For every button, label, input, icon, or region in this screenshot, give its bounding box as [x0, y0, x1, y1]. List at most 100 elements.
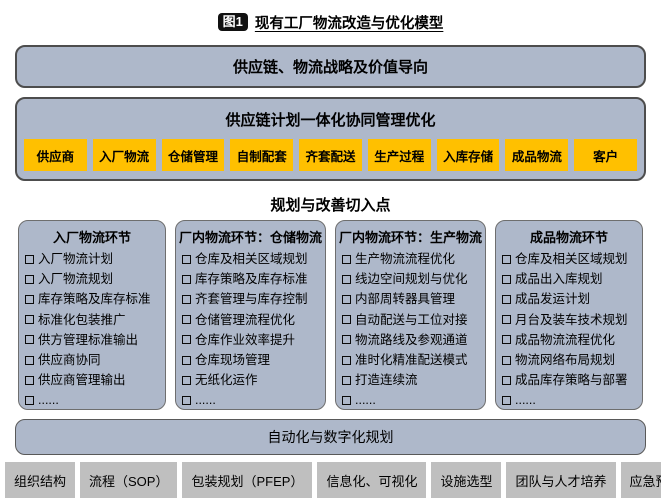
- list-item: ......: [342, 390, 482, 410]
- list-item: 物流路线及参观通道: [342, 330, 482, 350]
- square-bullet-icon: [342, 396, 351, 405]
- item-label: 仓库及相关区域规划: [195, 249, 308, 269]
- foundation-process-sop: 流程（SOP）: [80, 462, 177, 498]
- automation-box: 自动化与数字化规划: [15, 419, 646, 455]
- item-label: 齐套管理与库存控制: [195, 289, 308, 309]
- square-bullet-icon: [342, 255, 351, 264]
- column-item-list: 入厂物流计划 入厂物流规划 库存策略及库存标准 标准化包装推广 供方管理标准输出…: [22, 249, 162, 411]
- item-label: 无纸化运作: [195, 370, 258, 390]
- item-label: 仓库现场管理: [195, 350, 270, 370]
- figure-number-badge: 图1: [218, 13, 248, 31]
- column-header: 厂内物流环节：生产物流: [339, 227, 482, 246]
- square-bullet-icon: [182, 396, 191, 405]
- column-inbound-logistics: 入厂物流环节 入厂物流计划 入厂物流规划 库存策略及库存标准 标准化包装推广 供…: [18, 220, 166, 410]
- list-item: 入厂物流计划: [25, 249, 162, 269]
- plan-box: 供应链计划一体化协同管理优化 供应商 入厂物流 仓储管理 自制配套 齐套配送 生…: [15, 97, 646, 181]
- list-item: 仓储管理流程优化: [182, 310, 322, 330]
- chain-step-production: 生产过程: [368, 139, 431, 171]
- foundation-emergency-plan: 应急预案: [621, 462, 661, 498]
- square-bullet-icon: [182, 255, 191, 264]
- column-item-list: 仓库及相关区域规划 库存策略及库存标准 齐套管理与库存控制 仓储管理流程优化 仓…: [179, 249, 322, 411]
- chain-step-supplier: 供应商: [24, 139, 87, 171]
- square-bullet-icon: [502, 376, 511, 385]
- list-item: 仓库及相关区域规划: [182, 249, 322, 269]
- column-header: 厂内物流环节：仓储物流: [179, 227, 322, 246]
- list-item: 仓库及相关区域规划: [502, 249, 639, 269]
- column-item-list: 生产物流流程优化 线边空间规划与优化 内部周转器具管理 自动配送与工位对接 物流…: [339, 249, 482, 411]
- list-item: 准时化精准配送模式: [342, 350, 482, 370]
- entry-point-columns: 入厂物流环节 入厂物流计划 入厂物流规划 库存策略及库存标准 标准化包装推广 供…: [15, 220, 646, 410]
- list-item: 齐套管理与库存控制: [182, 289, 322, 309]
- column-header: 成品物流环节: [499, 227, 639, 246]
- item-label: 成品发运计划: [515, 289, 590, 309]
- square-bullet-icon: [25, 295, 34, 304]
- square-bullet-icon: [25, 356, 34, 365]
- item-label: 库存策略及库存标准: [38, 289, 151, 309]
- square-bullet-icon: [182, 335, 191, 344]
- list-item: 内部周转器具管理: [342, 289, 482, 309]
- column-finished-goods-logistics: 成品物流环节 仓库及相关区域规划 成品出入库规划 成品发运计划 月台及装车技术规…: [495, 220, 643, 410]
- chain-step-kit-delivery: 齐套配送: [299, 139, 362, 171]
- square-bullet-icon: [502, 295, 511, 304]
- foundation-packaging-pfep: 包装规划（PFEP）: [182, 462, 312, 498]
- square-bullet-icon: [342, 295, 351, 304]
- list-item: 打造连续流: [342, 370, 482, 390]
- list-item: 库存策略及库存标准: [182, 269, 322, 289]
- square-bullet-icon: [182, 275, 191, 284]
- item-label: 供应商管理输出: [38, 370, 126, 390]
- column-warehouse-logistics: 厂内物流环节：仓储物流 仓库及相关区域规划 库存策略及库存标准 齐套管理与库存控…: [175, 220, 326, 410]
- item-label: 准时化精准配送模式: [355, 350, 468, 370]
- strategy-box: 供应链、物流战略及价值导向: [15, 45, 646, 88]
- square-bullet-icon: [25, 275, 34, 284]
- item-label: ......: [515, 390, 536, 410]
- item-label: 生产物流流程优化: [355, 249, 455, 269]
- square-bullet-icon: [342, 275, 351, 284]
- item-label: 自动配送与工位对接: [355, 310, 468, 330]
- square-bullet-icon: [25, 255, 34, 264]
- list-item: 无纸化运作: [182, 370, 322, 390]
- item-label: 供应商协同: [38, 350, 101, 370]
- list-item: 物流网络布局规划: [502, 350, 639, 370]
- list-item: ......: [502, 390, 639, 410]
- foundation-informatization: 信息化、可视化: [317, 462, 426, 498]
- chain-step-customer: 客户: [574, 139, 637, 171]
- square-bullet-icon: [502, 255, 511, 264]
- square-bullet-icon: [342, 315, 351, 324]
- item-label: 成品库存策略与部署: [515, 370, 628, 390]
- item-label: 内部周转器具管理: [355, 289, 455, 309]
- figure-title: 现有工厂物流改造与优化模型: [255, 12, 444, 33]
- list-item: 月台及装车技术规划: [502, 310, 639, 330]
- square-bullet-icon: [502, 275, 511, 284]
- list-item: 入厂物流规划: [25, 269, 162, 289]
- chain-row: 供应商 入厂物流 仓储管理 自制配套 齐套配送 生产过程 入库存储 成品物流 客…: [24, 139, 637, 171]
- square-bullet-icon: [25, 396, 34, 405]
- item-label: ......: [195, 390, 216, 410]
- item-label: 库存策略及库存标准: [195, 269, 308, 289]
- item-label: 仓库作业效率提升: [195, 330, 295, 350]
- list-item: 标准化包装推广: [25, 310, 162, 330]
- square-bullet-icon: [502, 315, 511, 324]
- list-item: 供应商管理输出: [25, 370, 162, 390]
- square-bullet-icon: [25, 335, 34, 344]
- item-label: 成品出入库规划: [515, 269, 603, 289]
- diagram-page: 图1 现有工厂物流改造与优化模型 供应链、物流战略及价值导向 供应链计划一体化协…: [0, 0, 661, 494]
- list-item: 成品出入库规划: [502, 269, 639, 289]
- chain-step-warehouse-mgmt: 仓储管理: [162, 139, 225, 171]
- square-bullet-icon: [342, 376, 351, 385]
- foundation-team-talent: 团队与人才培养: [506, 462, 615, 498]
- item-label: ......: [38, 390, 59, 410]
- square-bullet-icon: [502, 356, 511, 365]
- list-item: 供应商协同: [25, 350, 162, 370]
- list-item: 仓库现场管理: [182, 350, 322, 370]
- square-bullet-icon: [342, 335, 351, 344]
- list-item: ......: [182, 390, 322, 410]
- item-label: 入厂物流规划: [38, 269, 113, 289]
- item-label: 月台及装车技术规划: [515, 310, 628, 330]
- item-label: 物流网络布局规划: [515, 350, 615, 370]
- list-item: 成品发运计划: [502, 289, 639, 309]
- list-item: 线边空间规划与优化: [342, 269, 482, 289]
- square-bullet-icon: [182, 356, 191, 365]
- list-item: 成品物流流程优化: [502, 330, 639, 350]
- list-item: 自动配送与工位对接: [342, 310, 482, 330]
- list-item: ......: [25, 390, 162, 410]
